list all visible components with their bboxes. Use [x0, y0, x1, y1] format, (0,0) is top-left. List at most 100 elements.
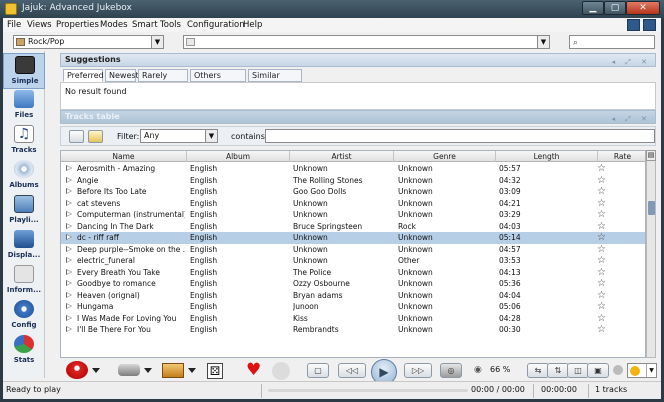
- table-row[interactable]: Dancing In The Dark English Bruce Springst…: [61, 221, 645, 233]
- table-row[interactable]: Computerman (instrumental) English Unknown…: [61, 209, 645, 221]
- menu-views[interactable]: Views: [27, 20, 52, 30]
- play-icon[interactable]: [66, 268, 72, 275]
- play-icon[interactable]: [66, 245, 72, 252]
- continue-button[interactable]: ◫: [567, 363, 589, 378]
- intro-button[interactable]: ▣: [587, 363, 609, 378]
- rating-star-icon[interactable]: ☆: [597, 267, 606, 278]
- play-icon[interactable]: [66, 291, 72, 298]
- chevron-down-icon[interactable]: ▼: [205, 130, 217, 142]
- position-slider[interactable]: [268, 389, 468, 392]
- table-row[interactable]: Angie English The Rolling Stones Unknown 04:…: [61, 175, 645, 187]
- menu-help[interactable]: Help: [243, 20, 262, 30]
- mood-select[interactable]: ▼: [627, 363, 657, 378]
- play-icon[interactable]: [66, 199, 72, 206]
- perspective-stats[interactable]: Stats: [3, 333, 45, 369]
- menu-configuration[interactable]: Configuration: [187, 20, 245, 30]
- play-icon[interactable]: [66, 176, 72, 183]
- rating-star-icon[interactable]: ☆: [597, 163, 606, 174]
- scrollbar-thumb[interactable]: [648, 201, 655, 215]
- rating-star-icon[interactable]: ☆: [597, 186, 606, 197]
- close-button[interactable]: ✕: [626, 1, 660, 15]
- play-icon[interactable]: [66, 257, 72, 263]
- search-input[interactable]: ⌕: [569, 35, 655, 49]
- novelties-icon[interactable]: [162, 363, 184, 378]
- fast-forward-button[interactable]: ◎: [440, 363, 462, 378]
- perspective-information[interactable]: Inform...: [3, 263, 45, 299]
- best-of-icon[interactable]: [118, 364, 140, 376]
- table-row[interactable]: dc - riff raff English Unknown Unknown 05:14…: [61, 232, 645, 244]
- play-icon[interactable]: [66, 326, 72, 332]
- perspective-files[interactable]: Files: [3, 88, 45, 124]
- panel-controls-icon[interactable]: ◂ ⤢ ✕: [612, 56, 651, 68]
- chevron-down-icon[interactable]: ▼: [151, 36, 163, 48]
- table-row[interactable]: Deep purple--Smoke on the ... English Unkn…: [61, 244, 645, 256]
- chevron-down-icon[interactable]: ▼: [537, 36, 549, 48]
- rating-star-icon[interactable]: ☆: [597, 255, 606, 266]
- table-row[interactable]: electric_funeral English Unknown Other 03:53…: [61, 255, 645, 267]
- volume-level[interactable]: 66 %: [490, 365, 510, 374]
- panel-controls-icon[interactable]: ◂ ⤢ ✕: [612, 113, 651, 125]
- rating-star-icon[interactable]: ☆: [597, 209, 606, 220]
- column-genre[interactable]: Genre: [394, 151, 496, 162]
- rating-star-icon[interactable]: ☆: [597, 198, 606, 209]
- perspective-playlist[interactable]: Playli...: [3, 193, 45, 229]
- rating-star-icon[interactable]: ☆: [597, 221, 606, 232]
- heart-icon[interactable]: ♥: [246, 361, 261, 379]
- play-icon[interactable]: [66, 165, 72, 171]
- ambience-select[interactable]: Rock/Pop ▼: [13, 35, 164, 49]
- rating-star-icon[interactable]: ☆: [597, 301, 606, 312]
- ban-icon[interactable]: [272, 362, 290, 380]
- play-icon[interactable]: [66, 211, 72, 217]
- table-row[interactable]: I'll Be There For You English Rembrandts Un…: [61, 324, 645, 336]
- window-layout-icon[interactable]: [627, 19, 640, 31]
- previous-button[interactable]: ◁◁: [338, 363, 366, 378]
- table-row[interactable]: I Was Made For Loving You English Kiss Unkn…: [61, 313, 645, 325]
- play-icon[interactable]: [66, 234, 72, 240]
- table-row[interactable]: Heaven (orignal) English Bryan adams Unknow…: [61, 290, 645, 302]
- rating-star-icon[interactable]: ☆: [597, 244, 606, 255]
- table-row[interactable]: Hungama English Junoon Unknown 05:06 ☆: [61, 301, 645, 313]
- table-row[interactable]: Every Breath You Take English The Police Un…: [61, 267, 645, 279]
- table-row[interactable]: Goodbye to romance English Ozzy Osbourne Un…: [61, 278, 645, 290]
- stop-button[interactable]: ▢: [307, 363, 329, 378]
- tab-newest[interactable]: Newest: [105, 69, 139, 82]
- tab-preferred[interactable]: Preferred: [63, 69, 104, 82]
- play-icon[interactable]: [66, 222, 72, 229]
- rating-star-icon[interactable]: ☆: [597, 232, 606, 243]
- dice-icon[interactable]: ⚄: [207, 363, 223, 379]
- next-button[interactable]: ▷▷: [404, 363, 432, 378]
- fullscreen-icon[interactable]: [643, 19, 656, 31]
- play-icon[interactable]: [66, 280, 72, 286]
- tab-others-albums[interactable]: Others albums: [190, 69, 246, 91]
- mute-icon[interactable]: [613, 365, 623, 375]
- filter-select[interactable]: Any ▼: [140, 129, 218, 143]
- menu-tools[interactable]: Tools: [160, 20, 181, 30]
- chevron-down-icon[interactable]: [92, 368, 100, 373]
- shuffle-global-icon[interactable]: [66, 361, 88, 379]
- column-chooser-icon[interactable]: ▤: [646, 150, 656, 161]
- chevron-down-icon[interactable]: [144, 368, 152, 373]
- tab-rarely-listen[interactable]: Rarely listen: [138, 69, 188, 91]
- menu-file[interactable]: File: [7, 20, 21, 30]
- column-length[interactable]: Length: [496, 151, 598, 162]
- column-name[interactable]: Name: [61, 151, 187, 162]
- play-icon[interactable]: [66, 303, 72, 309]
- column-artist[interactable]: Artist: [290, 151, 394, 162]
- maximize-button[interactable]: ▢: [604, 1, 626, 15]
- sync-tree-icon[interactable]: [88, 130, 103, 143]
- rating-star-icon[interactable]: ☆: [597, 290, 606, 301]
- menu-modes[interactable]: Modes: [100, 20, 128, 30]
- perspective-tracks[interactable]: ♫ Tracks: [3, 123, 45, 159]
- chevron-down-icon[interactable]: ▼: [646, 364, 656, 377]
- perspective-config[interactable]: Config: [3, 298, 45, 334]
- rating-star-icon[interactable]: ☆: [597, 278, 606, 289]
- table-row[interactable]: Before Its Too Late English Goo Goo Dolls U…: [61, 186, 645, 198]
- table-scrollbar[interactable]: [646, 150, 656, 358]
- rating-star-icon[interactable]: ☆: [597, 175, 606, 186]
- perspective-display[interactable]: Displa...: [3, 228, 45, 264]
- menu-smart[interactable]: Smart: [132, 20, 158, 30]
- play-icon[interactable]: [66, 314, 72, 321]
- rating-star-icon[interactable]: ☆: [597, 324, 606, 335]
- column-rate[interactable]: Rate: [598, 151, 645, 162]
- history-select[interactable]: ▼: [183, 35, 550, 49]
